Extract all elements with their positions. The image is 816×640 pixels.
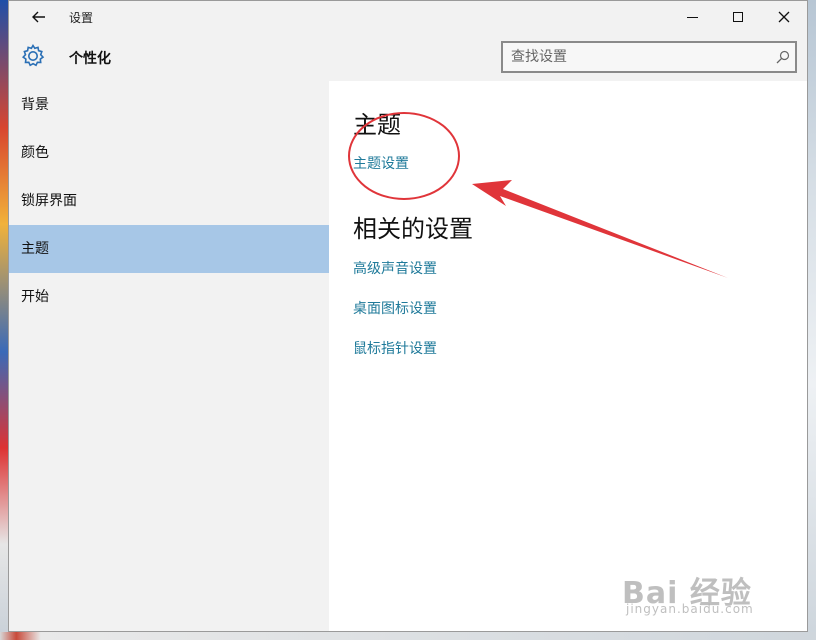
minimize-icon bbox=[686, 16, 698, 18]
sidebar-item-lock-screen[interactable]: 锁屏界面 bbox=[9, 177, 329, 225]
theme-settings-link[interactable]: 主题设置 bbox=[353, 153, 409, 173]
search-icon[interactable] bbox=[775, 49, 791, 65]
main-content: 主题 主题设置 相关的设置 高级声音设置 桌面图标设置 鼠标指针设置 bbox=[329, 81, 807, 631]
sidebar-item-themes[interactable]: 主题 bbox=[9, 225, 329, 273]
sidebar: 背景 颜色 锁屏界面 主题 开始 bbox=[9, 81, 329, 631]
watermark: Bai 经验 jingyan.baidu.com bbox=[622, 568, 753, 616]
close-icon bbox=[778, 11, 790, 23]
sidebar-item-start[interactable]: 开始 bbox=[9, 273, 329, 321]
related-settings-heading: 相关的设置 bbox=[353, 215, 473, 243]
sidebar-item-background[interactable]: 背景 bbox=[9, 81, 329, 129]
maximize-icon bbox=[733, 12, 743, 22]
sidebar-item-colors[interactable]: 颜色 bbox=[9, 129, 329, 177]
close-button[interactable] bbox=[761, 1, 807, 33]
search-box[interactable] bbox=[501, 41, 797, 73]
sidebar-item-label: 主题 bbox=[21, 241, 49, 257]
theme-heading: 主题 bbox=[353, 111, 401, 139]
back-arrow-icon bbox=[32, 11, 45, 23]
gear-icon bbox=[19, 41, 47, 71]
maximize-button[interactable] bbox=[715, 1, 761, 33]
sidebar-item-label: 锁屏界面 bbox=[21, 193, 77, 209]
minimize-button[interactable] bbox=[669, 1, 715, 33]
mouse-pointer-settings-link[interactable]: 鼠标指针设置 bbox=[353, 338, 437, 358]
page-title: 个性化 bbox=[69, 51, 111, 67]
desktop-background-left bbox=[0, 0, 8, 640]
search-input[interactable] bbox=[511, 48, 761, 66]
settings-window: 设置 个性化 查找设置 背景 颜色 锁屏界面 主题 开始 主题 主题设置 相关的… bbox=[8, 0, 808, 632]
title-bar: 设置 bbox=[9, 1, 807, 33]
sidebar-item-label: 颜色 bbox=[21, 145, 49, 161]
desktop-background-right bbox=[808, 0, 816, 640]
desktop-icon-settings-link[interactable]: 桌面图标设置 bbox=[353, 298, 437, 318]
window-title: 设置 bbox=[69, 11, 94, 25]
sidebar-item-label: 背景 bbox=[21, 97, 49, 113]
settings-header: 个性化 bbox=[9, 33, 807, 81]
back-button[interactable] bbox=[17, 1, 61, 33]
watermark-url: jingyan.baidu.com bbox=[626, 602, 754, 616]
advanced-sound-settings-link[interactable]: 高级声音设置 bbox=[353, 258, 437, 278]
desktop-background-bottom bbox=[0, 632, 816, 640]
sidebar-item-label: 开始 bbox=[21, 289, 49, 305]
